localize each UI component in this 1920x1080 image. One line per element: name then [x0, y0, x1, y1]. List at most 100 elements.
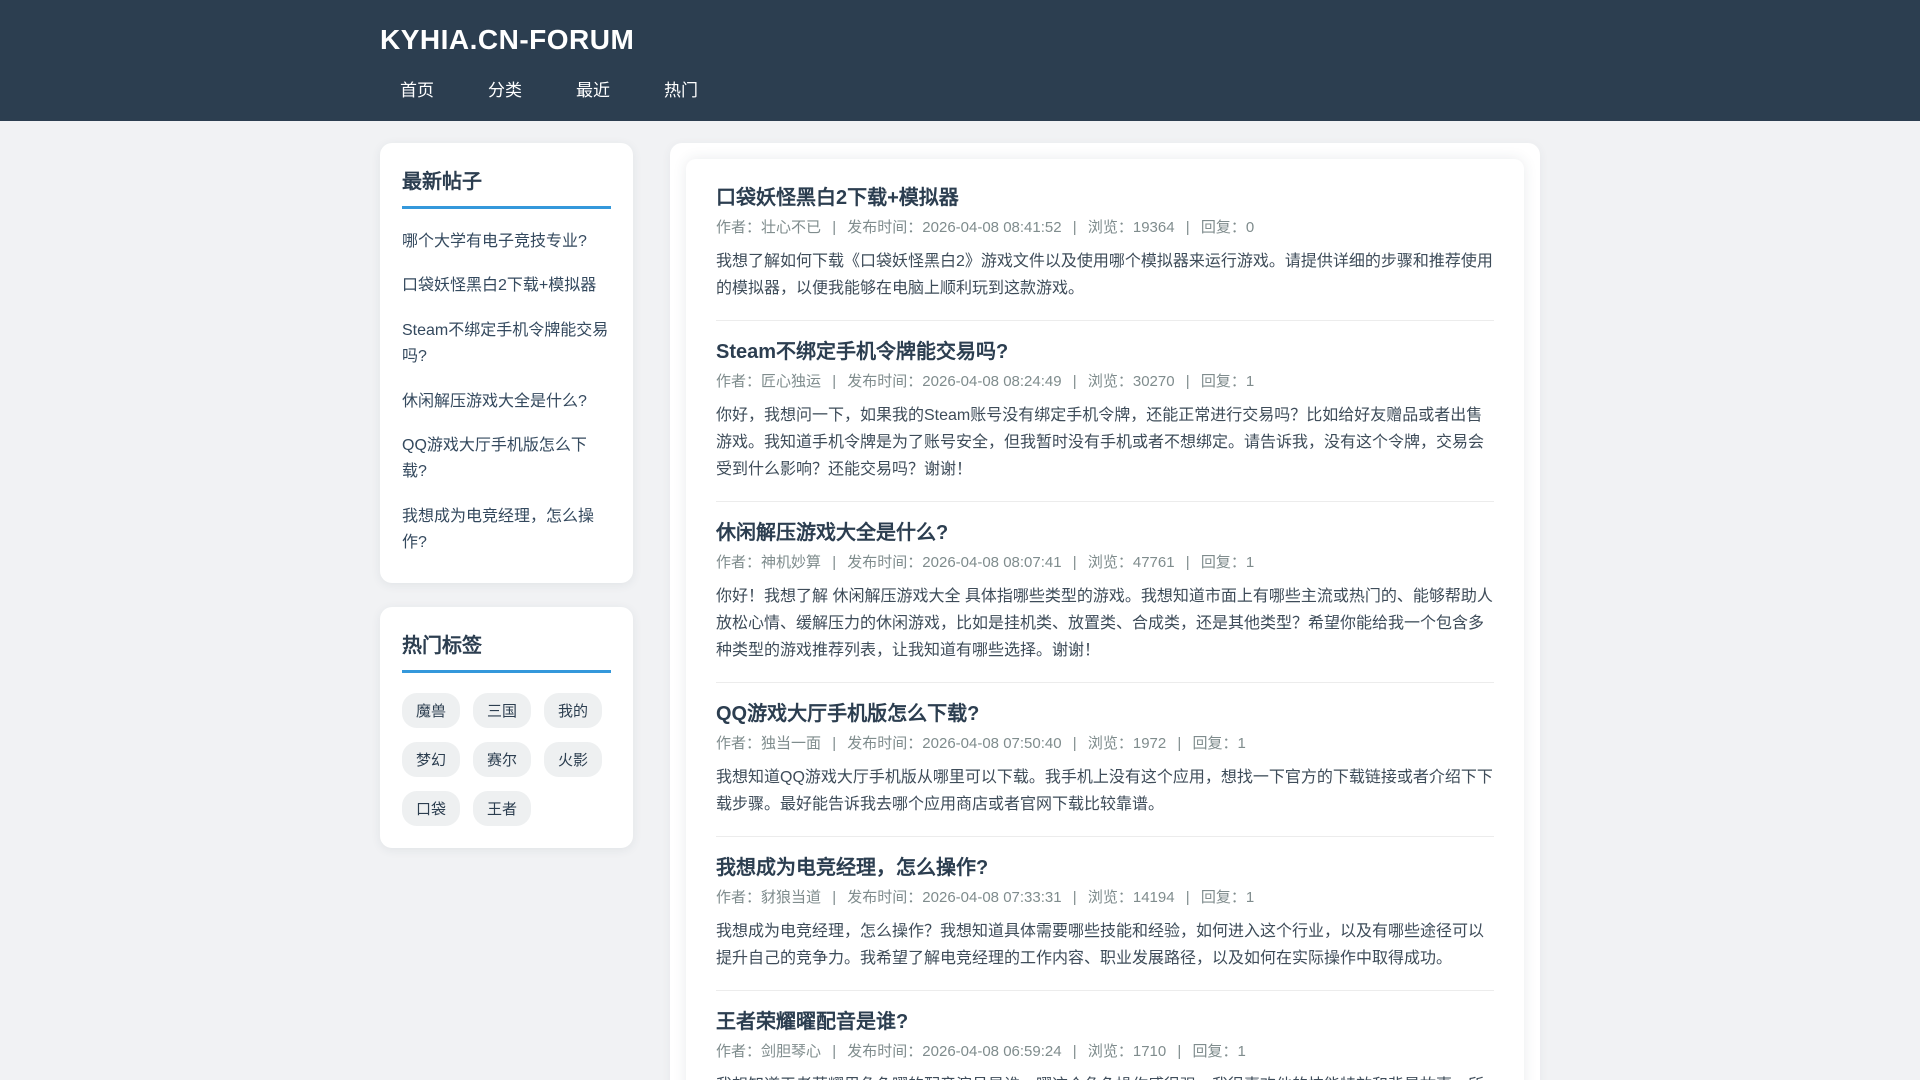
tag-chip[interactable]: 我的 [544, 692, 603, 728]
post-item: 我想成为电竞经理，怎么操作? 作者：豺狼当道 | 发布时间：2026-04-08… [716, 837, 1494, 991]
site-header: KYHIA.CN-FORUM 首页 分类 最近 热门 [0, 0, 1920, 121]
post-title[interactable]: 休闲解压游戏大全是什么? [716, 520, 1494, 546]
replies-label: 回复： [1200, 373, 1246, 390]
tag-chip[interactable]: 王者 [473, 790, 532, 826]
meta-separator: | [1072, 373, 1077, 390]
tag-cloud: 魔兽 三国 我的 梦幻 赛尔 火影 口袋 王者 [402, 692, 611, 826]
main-nav: 首页 分类 最近 热门 [380, 68, 1540, 121]
post-time: 2026-04-08 08:07:41 [922, 554, 1062, 571]
post-author: 匠心独运 [761, 373, 822, 390]
sidebar: 最新帖子 哪个大学有电子竞技专业? 口袋妖怪黑白2下载+模拟器 Steam不绑定… [380, 143, 633, 872]
post-replies: 1 [1237, 1043, 1246, 1060]
views-label: 浏览： [1087, 554, 1133, 571]
post-item: Steam不绑定手机令牌能交易吗? 作者：匠心独运 | 发布时间：2026-04… [716, 321, 1494, 502]
latest-post-link[interactable]: 哪个大学有电子竞技专业? [402, 229, 611, 255]
latest-post-link[interactable]: 我想成为电竞经理，怎么操作? [402, 504, 611, 557]
tag-chip[interactable]: 三国 [473, 692, 532, 728]
post-views: 1972 [1132, 735, 1167, 752]
post-time: 2026-04-08 08:41:52 [922, 219, 1062, 236]
latest-posts-card: 最新帖子 哪个大学有电子竞技专业? 口袋妖怪黑白2下载+模拟器 Steam不绑定… [380, 143, 633, 583]
post-item: 王者荣耀曜配音是谁? 作者：剑胆琴心 | 发布时间：2026-04-08 06:… [716, 991, 1494, 1080]
time-label: 发布时间： [847, 219, 923, 236]
replies-label: 回复： [1200, 554, 1246, 571]
post-views: 47761 [1132, 554, 1175, 571]
tag-chip[interactable]: 口袋 [402, 790, 461, 826]
latest-post-link[interactable]: 休闲解压游戏大全是什么? [402, 389, 611, 415]
time-label: 发布时间： [847, 889, 923, 906]
replies-label: 回复： [1192, 735, 1238, 752]
meta-separator: | [1072, 1043, 1077, 1060]
post-feed-panel: 口袋妖怪黑白2下载+模拟器 作者：壮心不已 | 发布时间：2026-04-08 … [670, 143, 1540, 1080]
nav-item-home[interactable]: 首页 [380, 68, 454, 109]
post-time: 2026-04-08 08:24:49 [922, 373, 1062, 390]
post-views: 1710 [1132, 1043, 1167, 1060]
time-label: 发布时间： [847, 373, 923, 390]
meta-separator: | [832, 1043, 837, 1060]
meta-separator: | [832, 554, 837, 571]
meta-separator: | [1072, 219, 1077, 236]
post-body: 你好！我想了解 休闲解压游戏大全 具体指哪些类型的游戏。我想知道市面上有哪些主流… [716, 588, 1493, 659]
tag-chip[interactable]: 魔兽 [402, 692, 461, 728]
views-label: 浏览： [1087, 1043, 1133, 1060]
post-body: 我想了解如何下载《口袋妖怪黑白2》游戏文件以及使用哪个模拟器来运行游戏。请提供详… [716, 253, 1493, 297]
meta-separator: | [1177, 1043, 1182, 1060]
post-author: 豺狼当道 [761, 889, 822, 906]
hot-tags-title: 热门标签 [402, 629, 611, 673]
tag-chip[interactable]: 赛尔 [473, 741, 532, 777]
post-title[interactable]: 口袋妖怪黑白2下载+模拟器 [716, 185, 1494, 211]
post-body: 你好，我想问一下，如果我的Steam账号没有绑定手机令牌，还能正常进行交易吗？比… [716, 407, 1485, 478]
post-views: 30270 [1132, 373, 1175, 390]
post-title[interactable]: QQ游戏大厅手机版怎么下载? [716, 701, 1494, 727]
post-meta: 作者：独当一面 | 发布时间：2026-04-08 07:50:40 | 浏览：… [716, 734, 1494, 754]
post-item: QQ游戏大厅手机版怎么下载? 作者：独当一面 | 发布时间：2026-04-08… [716, 683, 1494, 837]
meta-separator: | [1072, 554, 1077, 571]
meta-separator: | [1177, 735, 1182, 752]
views-label: 浏览： [1087, 735, 1133, 752]
post-meta: 作者：匠心独运 | 发布时间：2026-04-08 08:24:49 | 浏览：… [716, 372, 1494, 392]
hot-tags-card: 热门标签 魔兽 三国 我的 梦幻 赛尔 火影 口袋 王者 [380, 606, 633, 848]
meta-separator: | [1185, 373, 1190, 390]
site-title: KYHIA.CN-FORUM [380, 24, 635, 55]
post-feed: 口袋妖怪黑白2下载+模拟器 作者：壮心不已 | 发布时间：2026-04-08 … [670, 143, 1540, 1080]
post-views: 14194 [1132, 889, 1175, 906]
views-label: 浏览： [1087, 373, 1133, 390]
post-author: 独当一面 [761, 735, 822, 752]
post-meta: 作者：豺狼当道 | 发布时间：2026-04-08 07:33:31 | 浏览：… [716, 888, 1494, 908]
replies-label: 回复： [1192, 1043, 1238, 1060]
meta-separator: | [1185, 889, 1190, 906]
meta-separator: | [832, 735, 837, 752]
meta-separator: | [1185, 554, 1190, 571]
latest-post-link[interactable]: Steam不绑定手机令牌能交易吗? [402, 318, 611, 371]
post-meta: 作者：剑胆琴心 | 发布时间：2026-04-08 06:59:24 | 浏览：… [716, 1042, 1494, 1062]
post-views: 19364 [1132, 219, 1175, 236]
page-content: 最新帖子 哪个大学有电子竞技专业? 口袋妖怪黑白2下载+模拟器 Steam不绑定… [380, 143, 1540, 1080]
latest-post-link[interactable]: 口袋妖怪黑白2下载+模拟器 [402, 273, 611, 299]
post-item: 休闲解压游戏大全是什么? 作者：神机妙算 | 发布时间：2026-04-08 0… [716, 502, 1494, 683]
post-time: 2026-04-08 06:59:24 [922, 1043, 1062, 1060]
post-title[interactable]: Steam不绑定手机令牌能交易吗? [716, 339, 1494, 365]
post-author: 壮心不已 [761, 219, 822, 236]
post-title[interactable]: 我想成为电竞经理，怎么操作? [716, 855, 1494, 881]
author-label: 作者： [716, 373, 762, 390]
tag-chip[interactable]: 梦幻 [402, 741, 461, 777]
nav-item-recent[interactable]: 最近 [556, 68, 630, 109]
post-replies: 1 [1245, 889, 1255, 906]
post-body: 我想知道QQ游戏大厅手机版从哪里可以下载。我手机上没有这个应用，想找一下官方的下… [716, 769, 1493, 813]
latest-posts-title: 最新帖子 [402, 165, 611, 209]
post-replies: 1 [1245, 554, 1255, 571]
post-time: 2026-04-08 07:33:31 [922, 889, 1062, 906]
time-label: 发布时间： [847, 735, 923, 752]
author-label: 作者： [716, 554, 762, 571]
meta-separator: | [832, 889, 837, 906]
post-title[interactable]: 王者荣耀曜配音是谁? [716, 1009, 1494, 1035]
tag-chip[interactable]: 火影 [544, 741, 603, 777]
meta-separator: | [1072, 735, 1077, 752]
post-replies: 1 [1237, 735, 1246, 752]
latest-posts-list: 哪个大学有电子竞技专业? 口袋妖怪黑白2下载+模拟器 Steam不绑定手机令牌能… [402, 229, 611, 557]
latest-post-link[interactable]: QQ游戏大厅手机版怎么下载? [402, 433, 611, 486]
nav-item-hot[interactable]: 热门 [644, 68, 718, 109]
post-body: 我想成为电竞经理，怎么操作？我想知道具体需要哪些技能和经验，如何进入这个行业，以… [716, 923, 1485, 967]
post-replies: 1 [1245, 373, 1255, 390]
nav-item-categories[interactable]: 分类 [468, 68, 542, 109]
views-label: 浏览： [1087, 219, 1133, 236]
